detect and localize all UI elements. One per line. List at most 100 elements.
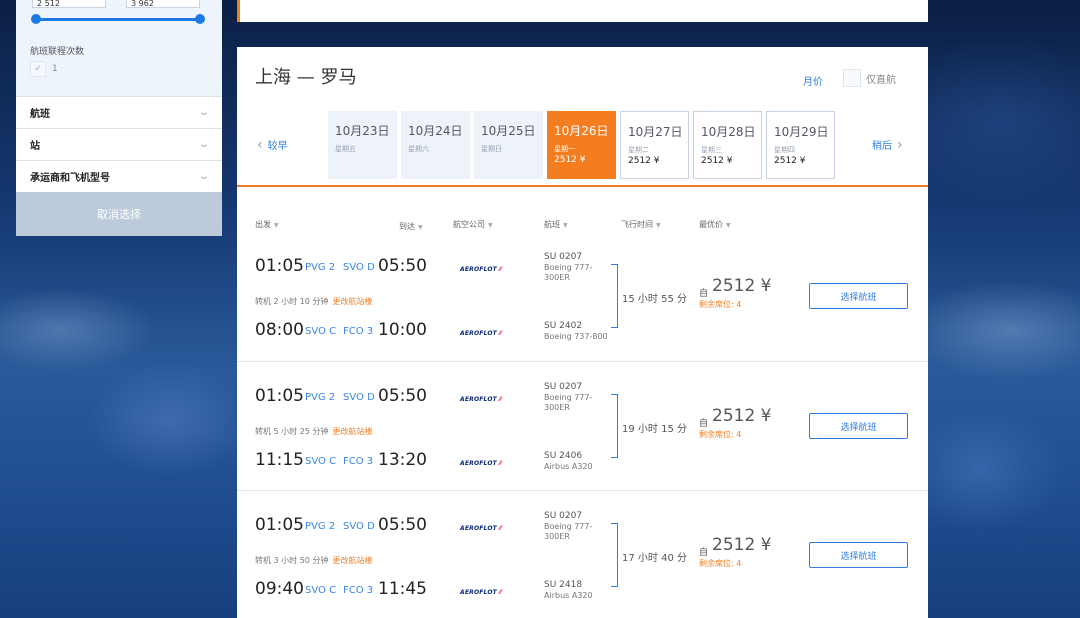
- date-tab-oct24[interactable]: 10月24日 星期六: [401, 111, 470, 179]
- arrival-time: 11:45: [378, 579, 427, 599]
- check-icon[interactable]: ✓: [30, 61, 46, 77]
- previous-card: [237, 0, 928, 22]
- price-from-label: 自: [699, 548, 709, 558]
- earlier-dates-button[interactable]: ‹ 较早: [257, 137, 288, 153]
- arrival-time: 10:00: [378, 320, 427, 340]
- direct-only-checkbox[interactable]: [843, 69, 861, 87]
- chevron-down-icon: ⌄: [197, 170, 211, 182]
- caret-down-icon: ▼: [726, 222, 731, 229]
- date-tab-oct23[interactable]: 10月23日 星期五: [328, 111, 397, 179]
- later-dates-button[interactable]: 稍后 ›: [872, 136, 903, 153]
- flight-result-card: 01:05 PVG 2 SVO D 05:50 AEROFLOT ⁄⁄ SU 0…: [237, 232, 928, 361]
- flight-number: SU 2406: [544, 451, 583, 461]
- select-flight-button[interactable]: 选择航班: [809, 542, 908, 568]
- select-flight-button[interactable]: 选择航班: [809, 413, 908, 439]
- weekday-label: 星期一: [554, 145, 575, 153]
- date-price: 2512 ¥: [628, 156, 660, 166]
- duration-bracket: [611, 264, 618, 328]
- arrival-time: 05:50: [378, 515, 427, 535]
- filter-section-flights[interactable]: 航班 ⌄: [16, 96, 222, 127]
- aeroflot-logo: AEROFLOT ⁄⁄: [460, 525, 502, 532]
- change-terminal-link[interactable]: 更改航站楼: [332, 427, 372, 436]
- change-terminal-link[interactable]: 更改航站楼: [332, 556, 372, 565]
- filter-panel: 2 512 3 962 航班联程次数 ✓ 1 航班 ⌄ 站 ⌄ 承运商和飞机型号…: [16, 0, 222, 236]
- weekday-label: 星期日: [481, 145, 502, 153]
- price-min-field[interactable]: 2 512: [32, 0, 106, 8]
- filter-section-stations[interactable]: 站 ⌄: [16, 128, 222, 159]
- weekday-label: 星期二: [628, 146, 649, 154]
- date-tab-oct26[interactable]: 10月26日 星期一 2512 ¥: [547, 111, 616, 179]
- arrival-airport: SVO D: [343, 262, 375, 273]
- caret-down-icon: ▼: [418, 224, 423, 231]
- date-price: 2512 ¥: [554, 155, 586, 165]
- price-slider-min-handle[interactable]: [31, 14, 41, 24]
- weekday-label: 星期四: [774, 146, 795, 154]
- duration-bracket: [611, 523, 618, 587]
- flight-result-card: 01:05 PVG 2 SVO D 05:50 AEROFLOT ⁄⁄ SU 0…: [237, 490, 928, 618]
- caret-down-icon: ▼: [274, 222, 279, 229]
- departure-time: 01:05: [255, 256, 304, 276]
- column-label: 出发: [255, 220, 271, 229]
- duration-bracket: [611, 394, 618, 458]
- price-max-field[interactable]: 3 962: [126, 0, 200, 8]
- date-tab-oct25[interactable]: 10月25日 星期日: [474, 111, 543, 179]
- departure-airport: SVO C: [305, 585, 337, 596]
- chevron-right-icon: ›: [897, 136, 903, 153]
- departure-airport: PVG 2: [305, 262, 336, 273]
- date-tab-oct28[interactable]: 10月28日 星期三 2512 ¥: [693, 111, 762, 179]
- clear-selection-button[interactable]: 取消选择: [16, 192, 222, 236]
- aircraft-type: Boeing 777-300ER: [544, 522, 593, 541]
- date-price: 2512 ¥: [774, 156, 806, 166]
- sort-airline[interactable]: 航空公司 ▼: [453, 219, 493, 230]
- filter-section-label: 站: [30, 140, 40, 152]
- aircraft-type: Boeing 737-800: [544, 332, 608, 341]
- best-price: 2512 ¥: [712, 535, 772, 555]
- price-from-label: 自: [699, 289, 709, 299]
- departure-airport: SVO C: [305, 326, 337, 337]
- stops-option[interactable]: ✓ 1: [30, 61, 58, 77]
- date-tab-oct29[interactable]: 10月29日 星期四 2512 ¥: [766, 111, 835, 179]
- later-label: 稍后: [872, 141, 892, 152]
- date-label: 10月23日: [335, 124, 390, 138]
- column-label: 到达: [399, 222, 415, 231]
- sort-price[interactable]: 最优价 ▼: [699, 219, 731, 230]
- transfer-info: 转机 3 小时 50 分钟 更改航站楼: [255, 556, 373, 565]
- sort-arrival[interactable]: 到达 ▼: [399, 221, 423, 232]
- seats-remaining: 剩余席位: 4: [699, 430, 742, 439]
- chevron-down-icon: ⌄: [197, 106, 211, 118]
- select-flight-button[interactable]: 选择航班: [809, 283, 908, 309]
- price-slider-max-handle[interactable]: [195, 14, 205, 24]
- departure-time: 11:15: [255, 450, 304, 470]
- flight-number: SU 0207: [544, 511, 583, 521]
- date-tab-oct27[interactable]: 10月27日 星期二 2512 ¥: [620, 111, 689, 179]
- change-terminal-link[interactable]: 更改航站楼: [332, 297, 372, 306]
- departure-time: 01:05: [255, 515, 304, 535]
- route-title: 上海 — 罗马: [255, 67, 357, 88]
- departure-time: 09:40: [255, 579, 304, 599]
- arrival-time: 05:50: [378, 256, 427, 276]
- filter-section-carriers[interactable]: 承运商和飞机型号 ⌄: [16, 160, 222, 191]
- sort-flight[interactable]: 航班 ▼: [544, 219, 568, 230]
- best-price: 2512 ¥: [712, 276, 772, 296]
- transfer-info: 转机 5 小时 25 分钟 更改航站楼: [255, 427, 373, 436]
- column-label: 飞行时间: [621, 220, 653, 229]
- flight-number: SU 2418: [544, 580, 583, 590]
- aeroflot-logo: AEROFLOT ⁄⁄: [460, 266, 502, 273]
- sort-duration[interactable]: 飞行时间 ▼: [621, 219, 661, 230]
- flight-duration: 15 小时 55 分: [622, 294, 687, 305]
- date-selector: 10月23日 星期五 10月24日 星期六 10月25日 星期日 10月26日 …: [328, 111, 835, 179]
- caret-down-icon: ▼: [656, 222, 661, 229]
- monthly-price-link[interactable]: 月价: [803, 73, 823, 88]
- sort-departure[interactable]: 出发 ▼: [255, 219, 279, 230]
- flight-number: SU 0207: [544, 382, 583, 392]
- column-label: 航班: [544, 220, 560, 229]
- date-label: 10月29日: [774, 125, 829, 139]
- transfer-info: 转机 2 小时 10 分钟 更改航站楼: [255, 297, 373, 306]
- earlier-label: 较早: [267, 141, 288, 152]
- aircraft-type: Boeing 777-300ER: [544, 263, 593, 282]
- direct-only-label: 仅直航: [866, 75, 896, 86]
- departure-time: 01:05: [255, 386, 304, 406]
- departure-airport: PVG 2: [305, 392, 336, 403]
- departure-airport: PVG 2: [305, 521, 336, 532]
- arrival-time: 05:50: [378, 386, 427, 406]
